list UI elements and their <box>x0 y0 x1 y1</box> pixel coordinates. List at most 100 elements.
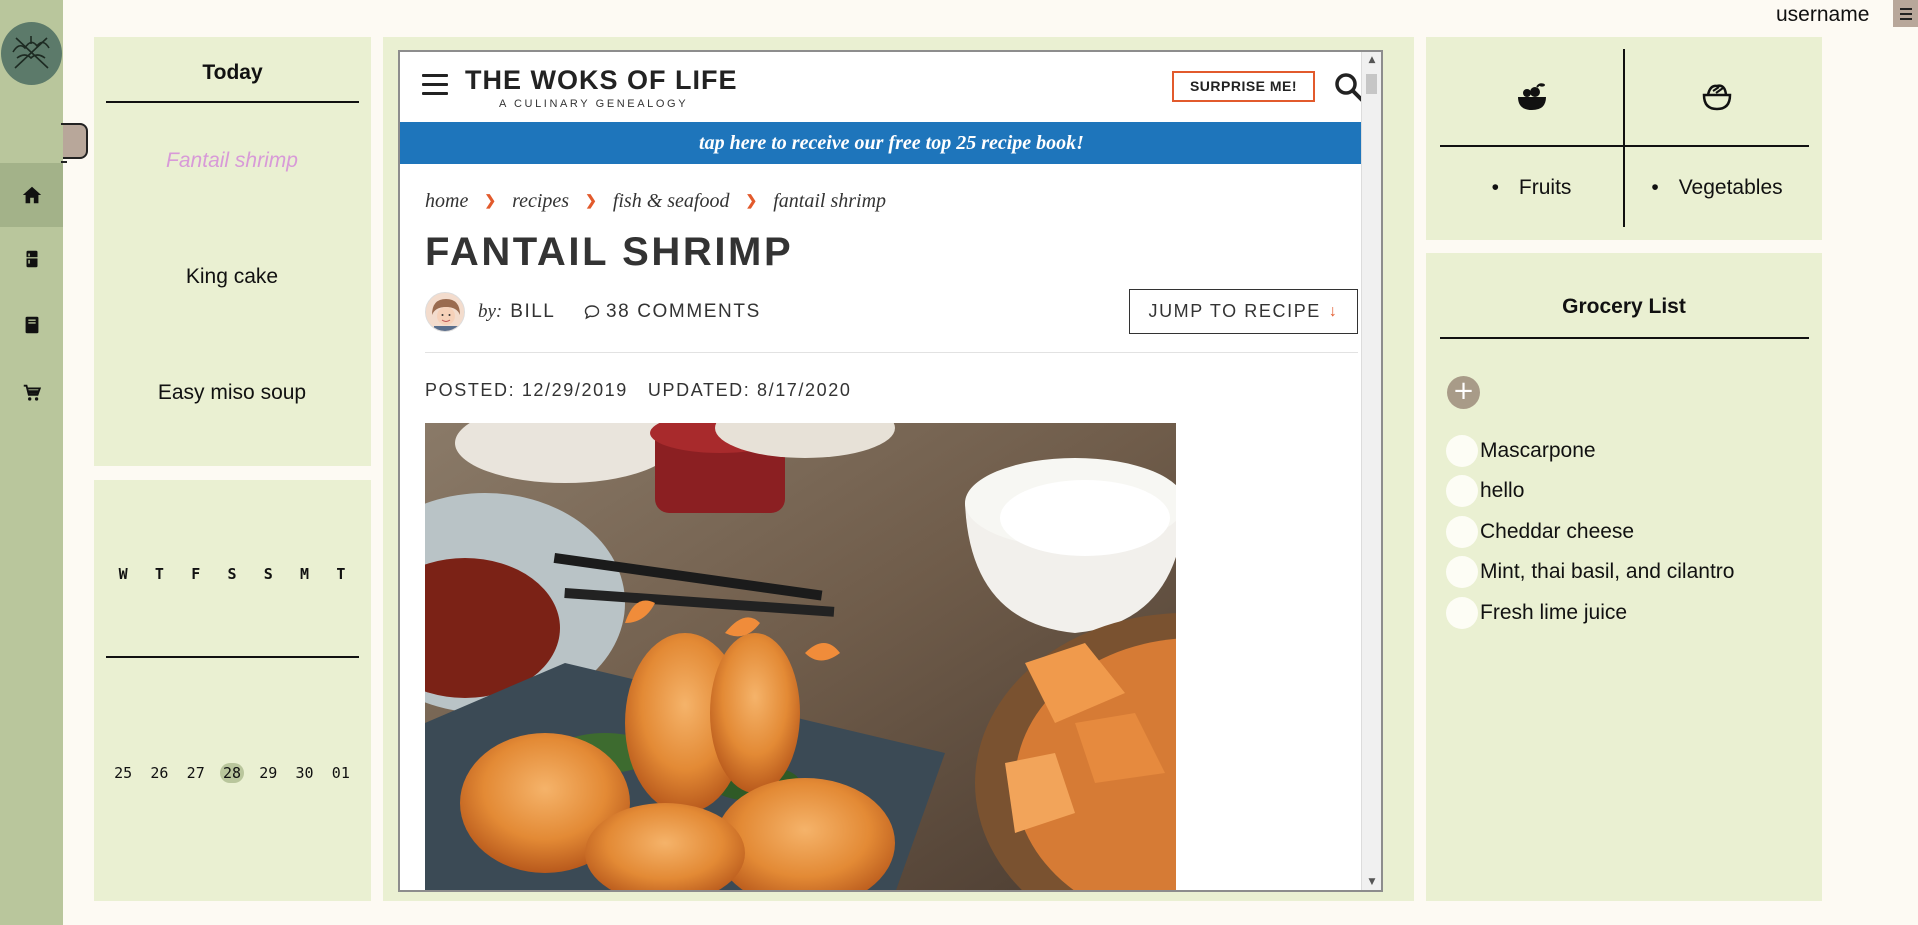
breadcrumb-category[interactable]: fish & seafood <box>613 190 730 213</box>
breadcrumb-current[interactable]: fantail shrimp <box>773 190 886 213</box>
breadcrumb-home[interactable]: home <box>425 190 468 213</box>
weekday-label: S <box>227 565 237 583</box>
jump-to-recipe-button[interactable]: JUMP TO RECIPE ↓ <box>1129 289 1358 334</box>
posted-date: POSTED: 12/29/2019 <box>425 380 628 400</box>
weekday-label: M <box>300 565 310 583</box>
weekday-label: T <box>336 565 346 583</box>
category-panel: Fruits Vegetables <box>1426 37 1822 240</box>
embedded-recipe-page[interactable]: THE WOKS OF LIFE A CULINARY GENEALOGY SU… <box>398 50 1383 892</box>
user-menu-button[interactable] <box>1893 0 1918 27</box>
grocery-title: Grocery List <box>1562 295 1686 318</box>
category-vegetables-label: Vegetables <box>1651 176 1783 200</box>
today-panel: Today Fantail shrimp King cake Easy miso… <box>94 37 371 466</box>
sidebar-item-cart[interactable] <box>0 361 63 425</box>
search-icon[interactable] <box>1334 72 1364 102</box>
sidebar-collapse-toggle[interactable] <box>61 123 88 163</box>
grocery-item-label: Mint, thai basil, and cilantro <box>1480 560 1735 583</box>
grocery-checkbox[interactable] <box>1446 516 1478 548</box>
app-logo[interactable] <box>1 22 62 85</box>
today-title: Today <box>202 61 263 84</box>
calendar-date[interactable]: 25 <box>105 763 141 783</box>
page-scrollbar[interactable]: ▲ ▼ <box>1361 52 1381 890</box>
sidebar-item-home[interactable] <box>0 163 63 227</box>
category-fruits-label: Fruits <box>1492 176 1572 200</box>
category-fruits[interactable]: Fruits <box>1440 147 1623 229</box>
today-meal-2[interactable]: King cake <box>94 265 370 289</box>
grocery-item-label: Fresh lime juice <box>1480 601 1628 624</box>
comment-bubble-icon <box>584 305 600 320</box>
site-menu-icon[interactable] <box>422 74 448 96</box>
fruit-bowl-icon <box>1517 83 1546 110</box>
grocery-checkbox[interactable] <box>1446 597 1478 629</box>
recipe-hero-image <box>425 423 1176 890</box>
comments-link[interactable]: 38 COMMENTS <box>584 301 761 323</box>
calendar-date-today[interactable]: 28 <box>214 763 250 783</box>
author-avatar[interactable] <box>425 292 465 332</box>
sidebar-item-fridge[interactable] <box>0 227 63 291</box>
today-meal-1[interactable]: Fantail shrimp <box>94 149 370 173</box>
add-grocery-button[interactable]: + <box>1447 376 1480 409</box>
calendar-date[interactable]: 30 <box>286 763 322 783</box>
username-label[interactable]: username <box>1776 3 1869 27</box>
updated-date: UPDATED: 8/17/2020 <box>647 380 852 400</box>
calendar-divider <box>106 656 359 658</box>
book-icon <box>25 316 38 334</box>
weekday-label: F <box>191 565 201 583</box>
sidebar-item-recipes[interactable] <box>0 293 63 357</box>
menu-icon <box>1899 7 1912 10</box>
scroll-thumb[interactable] <box>1366 74 1377 94</box>
weekday-label: T <box>154 565 164 583</box>
scroll-up-icon[interactable]: ▲ <box>1362 52 1381 68</box>
grocery-checkbox[interactable] <box>1446 556 1478 588</box>
calendar-date[interactable]: 29 <box>250 763 286 783</box>
grocery-item: Mascarpone <box>1446 435 1596 467</box>
fridge-icon <box>26 250 37 268</box>
grocery-item: hello <box>1446 475 1524 507</box>
post-byline: by: BILL <box>478 301 555 323</box>
grocery-item: Fresh lime juice <box>1446 597 1627 629</box>
site-subtitle: A CULINARY GENEALOGY <box>499 98 689 110</box>
chevron-right-icon: ❯ <box>484 194 497 209</box>
grocery-checkbox[interactable] <box>1446 475 1478 507</box>
category-vegetables-icon-cell[interactable] <box>1625 49 1809 145</box>
plus-icon: + <box>1452 376 1475 406</box>
fried-shrimp-photo <box>425 423 1176 890</box>
weekday-label: W <box>118 565 128 583</box>
grocery-item: Mint, thai basil, and cilantro <box>1446 556 1734 588</box>
category-vegetables[interactable]: Vegetables <box>1625 147 1809 229</box>
chevron-right-icon: ❯ <box>745 194 758 209</box>
grocery-item-label: Mascarpone <box>1480 439 1596 462</box>
breadcrumb-recipes[interactable]: recipes <box>512 190 569 213</box>
scroll-down-icon[interactable]: ▼ <box>1362 874 1381 890</box>
byline-label: by: <box>478 301 503 322</box>
surprise-me-button[interactable]: SURPRISE ME! <box>1172 71 1315 102</box>
author-name[interactable]: BILL <box>510 301 555 323</box>
site-title[interactable]: THE WOKS OF LIFE <box>465 65 738 96</box>
breadcrumb: home ❯ recipes ❯ fish & seafood ❯ fantai… <box>425 190 886 213</box>
site-header: THE WOKS OF LIFE A CULINARY GENEALOGY SU… <box>400 52 1364 122</box>
home-icon <box>22 186 41 204</box>
today-meal-3[interactable]: Easy miso soup <box>94 381 370 405</box>
chevron-right-icon: ❯ <box>585 194 597 209</box>
comments-count: 38 COMMENTS <box>606 301 761 322</box>
calendar-dates: 25 26 27 28 29 30 01 <box>105 763 359 783</box>
calendar-weekdays: W T F S S M T <box>105 565 359 583</box>
cart-icon <box>23 384 41 401</box>
calendar-date[interactable]: 01 <box>323 763 359 783</box>
post-meta-divider <box>425 352 1358 353</box>
grocery-item: Cheddar cheese <box>1446 516 1634 548</box>
grocery-divider <box>1440 337 1809 339</box>
jump-to-recipe-label: JUMP TO RECIPE <box>1148 301 1321 321</box>
recipe-book-banner[interactable]: tap here to receive our free top 25 reci… <box>400 122 1381 164</box>
post-title: FANTAIL SHRIMP <box>425 230 794 274</box>
weekday-label: S <box>263 565 273 583</box>
today-divider <box>106 101 359 103</box>
grocery-checkbox[interactable] <box>1446 435 1478 467</box>
calendar-date[interactable]: 27 <box>178 763 214 783</box>
calendar-date[interactable]: 26 <box>141 763 177 783</box>
post-dates: POSTED: 12/29/2019 UPDATED: 8/17/2020 <box>425 380 851 401</box>
grocery-item-label: hello <box>1480 479 1525 502</box>
author-photo-icon <box>426 293 464 331</box>
calendar-panel: W T F S S M T 25 26 27 28 29 30 01 <box>94 480 371 901</box>
category-fruits-icon-cell[interactable] <box>1440 49 1623 145</box>
